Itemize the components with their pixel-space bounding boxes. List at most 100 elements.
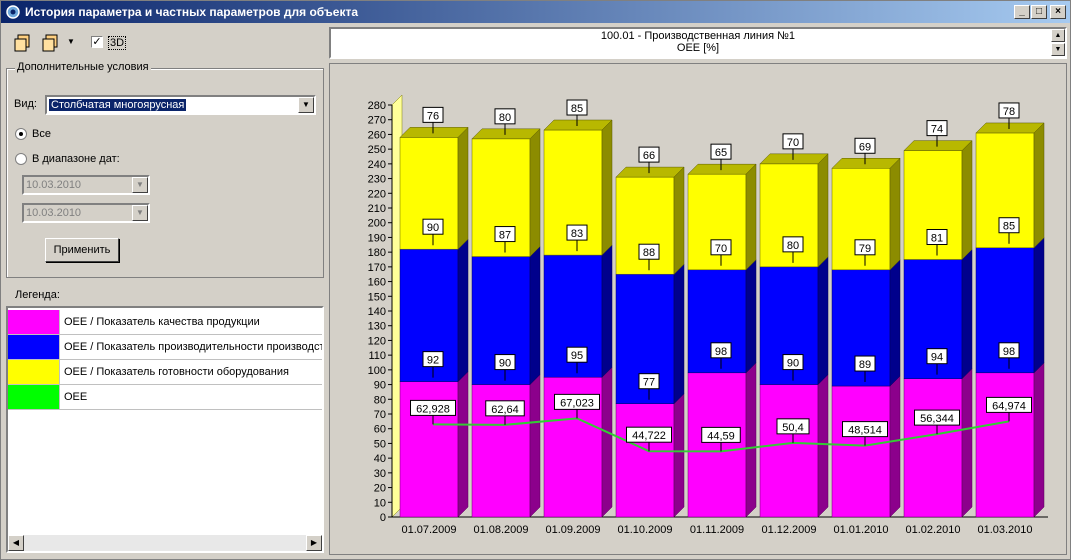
copy-icon[interactable] (13, 33, 33, 53)
legend-item[interactable]: OEE / Показатель производительности прои… (8, 335, 324, 360)
y-tick-label: 170 (368, 262, 386, 274)
bar-side (673, 393, 685, 518)
x-tick-label: 01.11.2009 (690, 524, 744, 536)
paste-icon[interactable] (41, 33, 61, 53)
y-tick-label: 20 (374, 483, 386, 495)
radio-date-range-label[interactable]: В диапазоне дат: (32, 153, 120, 165)
chevron-down-icon[interactable]: ▼ (132, 177, 148, 193)
bar-side (529, 245, 541, 386)
scroll-left-icon[interactable]: ◀ (8, 535, 24, 551)
bar-top (399, 127, 469, 138)
apply-button[interactable]: Применить (45, 238, 119, 262)
legend-item-label: OEE (64, 391, 88, 403)
scroll-up-icon[interactable]: ▲ (1051, 29, 1065, 42)
bar-side (961, 248, 973, 380)
view-label: Вид: (14, 98, 37, 110)
legend-item[interactable]: OEE (8, 385, 322, 410)
chart-panel: 0 10 20 30 40 50 60 70 80 90 100 110 120 130 140 150 160… (329, 63, 1067, 555)
radio-date-range[interactable] (15, 153, 27, 165)
data-label: 80 (499, 112, 511, 124)
x-tick-label: 01.12.2009 (761, 524, 816, 536)
minimize-button[interactable]: _ (1014, 5, 1030, 19)
y-tick-label: 120 (368, 335, 386, 347)
legend-swatch (8, 360, 60, 384)
header-line-1: 100.01 - Производственная линия №1 (600, 30, 796, 42)
y-tick-label: 160 (368, 277, 386, 289)
checkbox-3d-label[interactable]: 3D (108, 36, 127, 50)
y-tick-label: 0 (380, 512, 386, 524)
oee-label: 62,928 (416, 403, 450, 415)
date-from-picker[interactable]: 10.03.2010 ▼ (22, 175, 150, 195)
data-label: 98 (1003, 346, 1015, 358)
bar-segment (903, 378, 963, 518)
y-tick-label: 110 (368, 350, 386, 362)
bar-side (961, 368, 973, 518)
legend-item-label: OEE / Показатель производительности прои… (64, 341, 324, 353)
header-line-2: OEE [%] (676, 42, 720, 54)
y-tick-label: 240 (368, 159, 386, 171)
checkbox-3d[interactable]: ✓ (91, 36, 103, 48)
y-tick-label: 100 (368, 365, 386, 377)
bar-side (889, 375, 901, 518)
bar-side (457, 371, 469, 518)
bar-side (457, 126, 469, 250)
conditions-group: Дополнительные условия Вид: Столбчатая м… (6, 61, 324, 278)
date-to-value: 10.03.2010 (26, 207, 82, 219)
radio-all[interactable] (15, 128, 27, 140)
scroll-right-icon[interactable]: ▶ (306, 535, 322, 551)
date-from-value: 10.03.2010 (26, 179, 82, 191)
data-label: 66 (643, 150, 655, 162)
date-to-picker[interactable]: 10.03.2010 ▼ (22, 203, 150, 223)
bar-side (817, 373, 829, 518)
y-tick-label: 140 (368, 306, 386, 318)
legend-horizontal-scrollbar[interactable]: ◀ ▶ (8, 535, 322, 551)
scroll-down-icon[interactable]: ▼ (1051, 43, 1065, 56)
y-tick-label: 80 (374, 394, 386, 406)
y-tick-label: 180 (368, 247, 386, 259)
maximize-button[interactable]: □ (1031, 5, 1047, 19)
bar-side (1033, 122, 1045, 249)
chevron-down-icon[interactable]: ▼ (298, 97, 314, 113)
bar-segment (615, 403, 675, 518)
radio-all-label[interactable]: Все (32, 128, 51, 140)
y-tick-label: 220 (368, 188, 386, 200)
y-tick-label: 210 (368, 203, 386, 215)
data-label: 87 (499, 230, 511, 242)
y-tick-label: 190 (368, 232, 386, 244)
data-label: 81 (931, 233, 943, 245)
chevron-down-icon[interactable]: ▼ (132, 205, 148, 221)
legend-title: Легенда: (15, 289, 60, 301)
bar-side (889, 259, 901, 387)
data-label: 78 (1003, 106, 1015, 118)
bar-side (457, 238, 469, 383)
legend-item[interactable]: OEE / Показатель готовности оборудования (8, 360, 322, 385)
data-label: 94 (931, 352, 943, 364)
bar-top (831, 158, 901, 169)
bar-side (961, 140, 973, 261)
main-window: История параметра и частных параметров д… (0, 0, 1071, 560)
y-tick-label: 270 (368, 115, 386, 127)
legend-item-label: OEE / Показатель готовности оборудования (64, 366, 289, 378)
legend-item[interactable]: OEE / Показатель качества продукции (8, 310, 322, 335)
oee-label: 67,023 (560, 397, 594, 409)
bar-segment (687, 372, 747, 518)
conditions-group-title: Дополнительные условия (15, 61, 151, 73)
y-tick-label: 250 (368, 144, 386, 156)
oee-label: 64,974 (992, 400, 1026, 412)
bar-side (673, 263, 685, 405)
stacked-bar-chart: 0 10 20 30 40 50 60 70 80 90 100 110 120 130 140 150 160… (368, 94, 1048, 536)
data-label: 77 (643, 377, 655, 389)
bar-side (745, 259, 757, 374)
legend-item-label: OEE / Показатель качества продукции (64, 316, 260, 328)
app-gear-icon (6, 5, 20, 19)
bar-side (817, 153, 829, 268)
close-button[interactable]: × (1050, 5, 1066, 19)
bar-side (745, 163, 757, 271)
bar-side (601, 244, 613, 378)
chevron-down-icon[interactable]: ▼ (67, 37, 75, 46)
view-select[interactable]: Столбчатая многоярусная ▼ (45, 95, 316, 115)
bar-segment (687, 173, 747, 271)
y-tick-label: 30 (374, 468, 386, 480)
bar-side (889, 157, 901, 271)
bar-side (529, 128, 541, 258)
